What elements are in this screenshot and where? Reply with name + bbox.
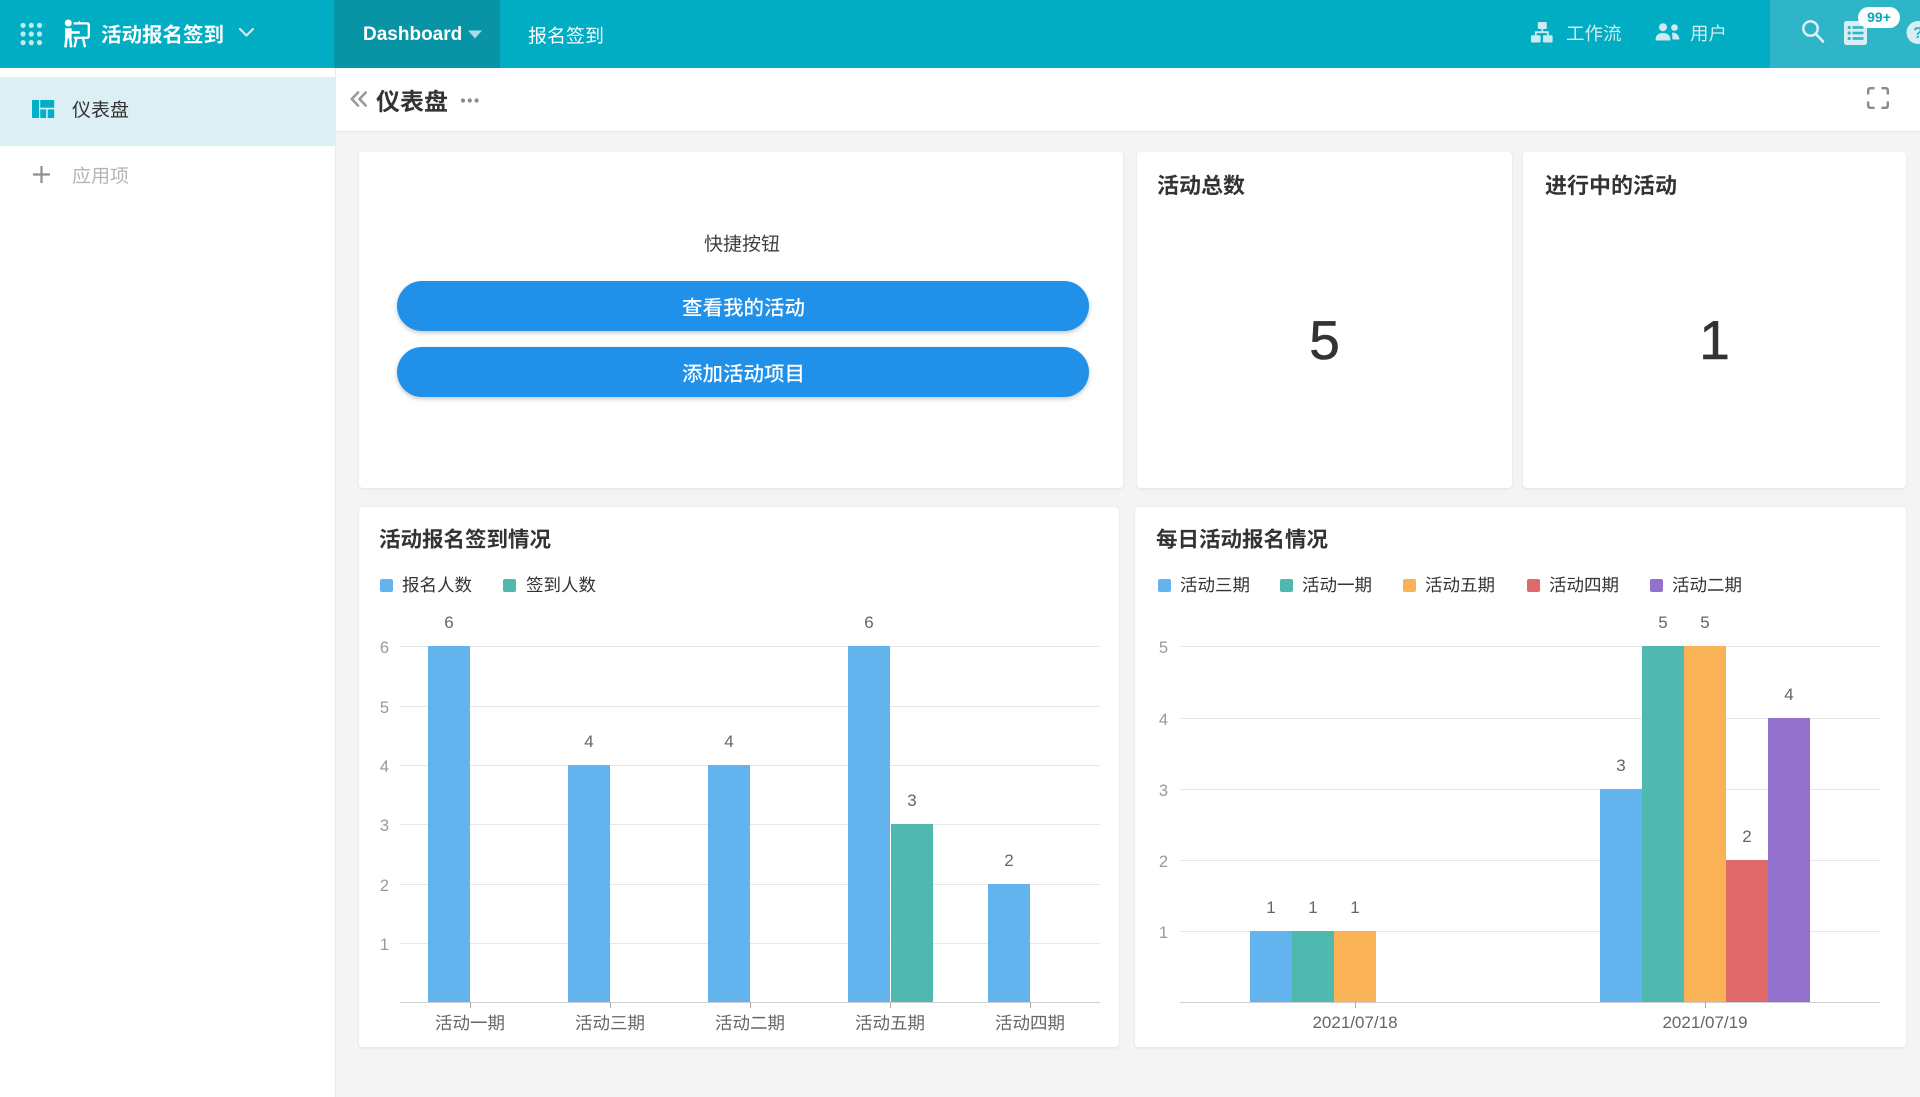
svg-text:?: ? bbox=[1913, 25, 1920, 42]
